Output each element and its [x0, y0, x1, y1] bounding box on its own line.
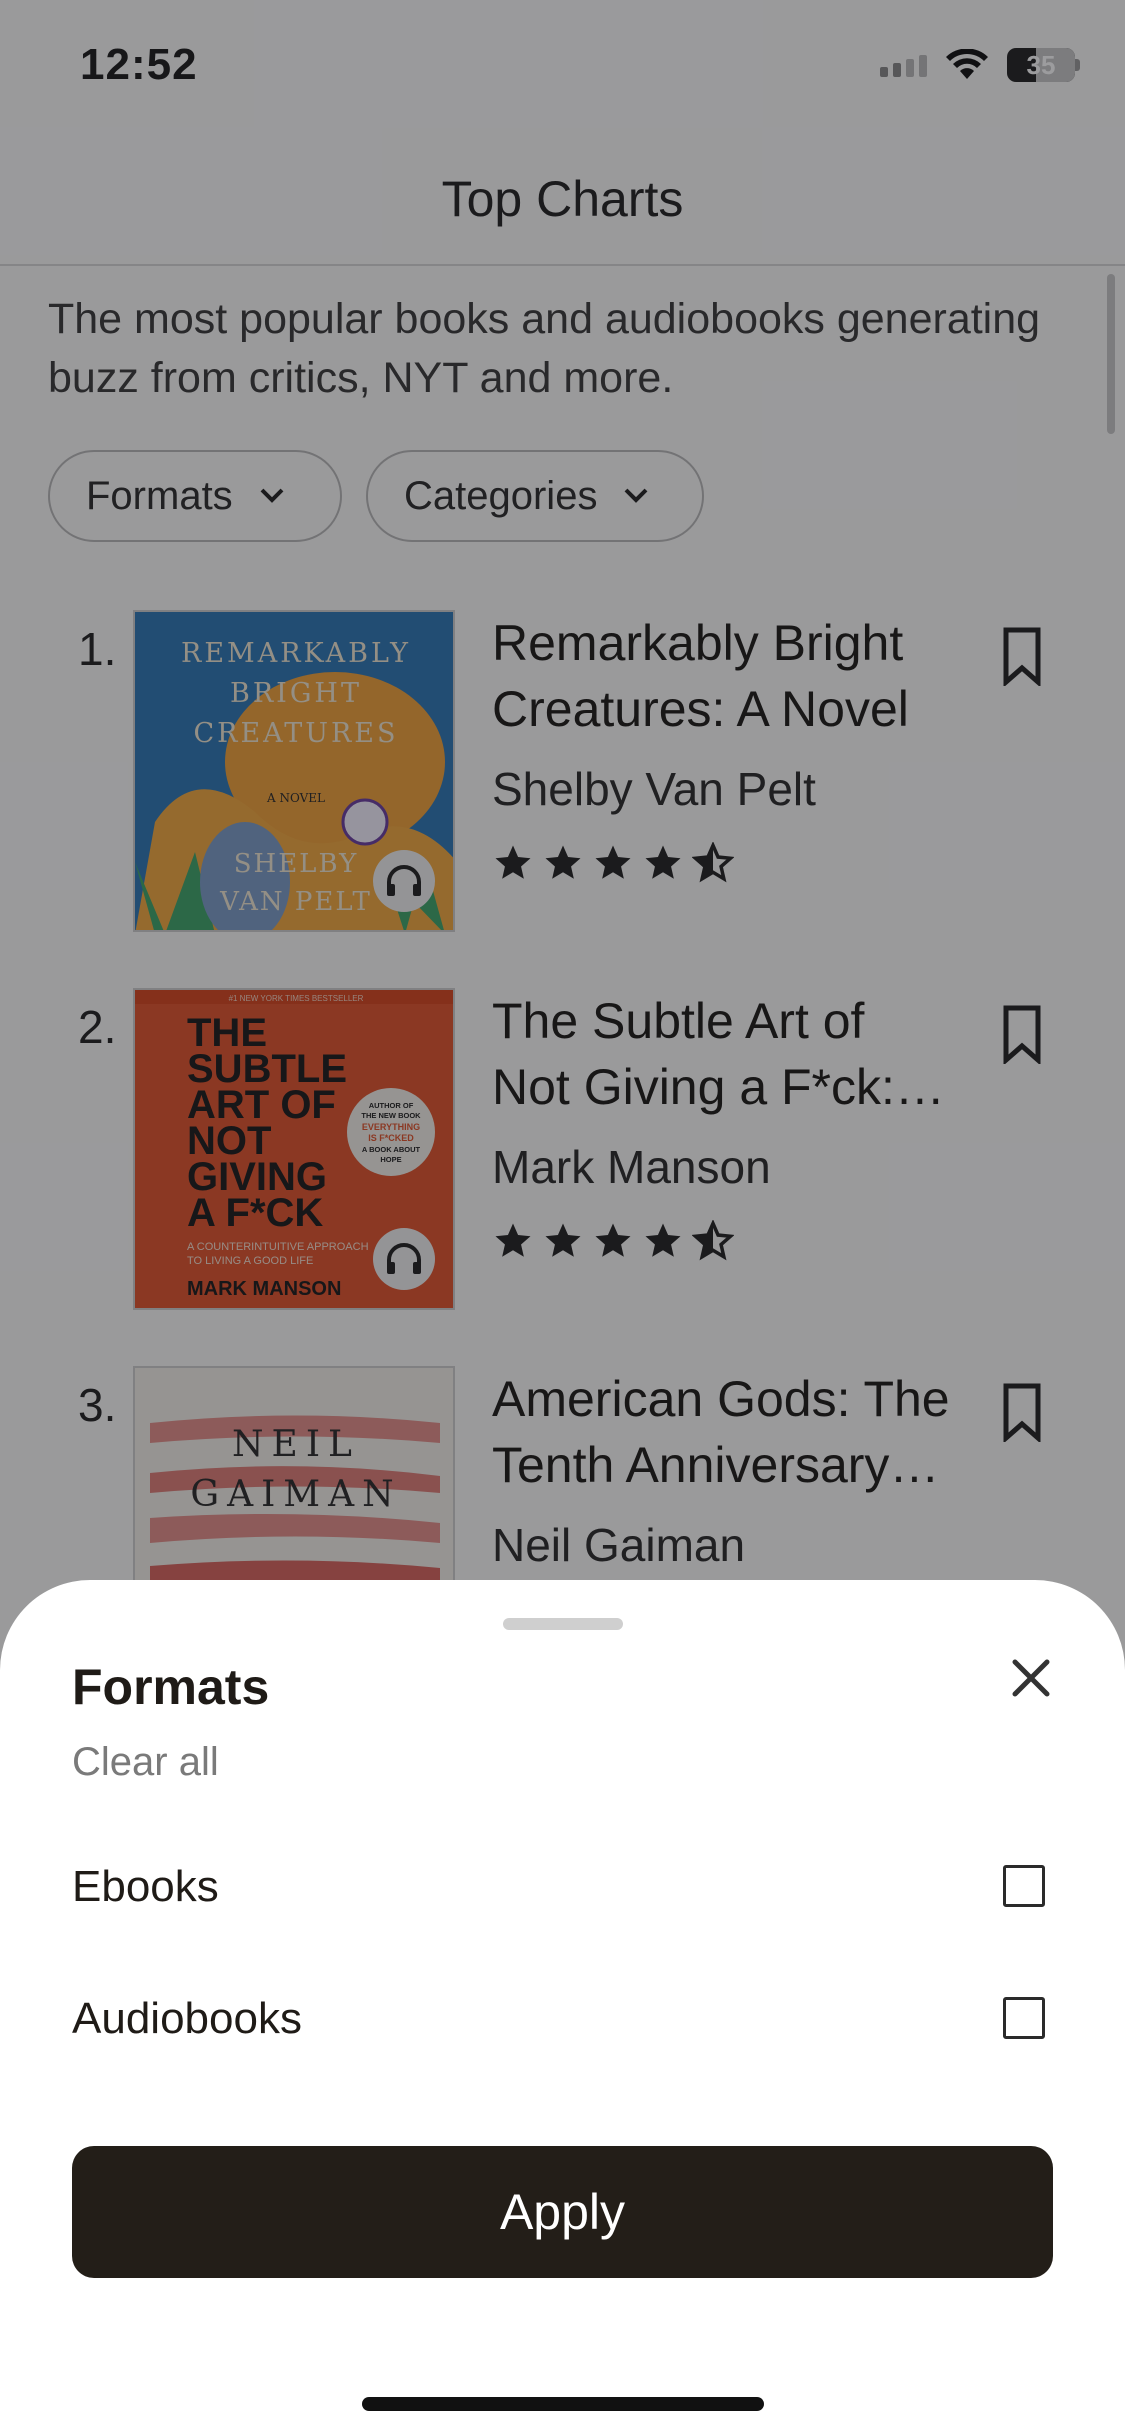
close-icon[interactable] — [1005, 1652, 1057, 1704]
audiobooks-checkbox[interactable] — [1003, 1997, 1045, 2039]
home-indicator[interactable] — [362, 2397, 764, 2411]
formats-bottom-sheet: Formats Clear all Ebooks Audiobooks Appl… — [0, 1580, 1125, 2436]
ebooks-checkbox[interactable] — [1003, 1865, 1045, 1907]
ebooks-option-label[interactable]: Ebooks — [72, 1862, 219, 1912]
audiobooks-option-label[interactable]: Audiobooks — [72, 1994, 302, 2044]
sheet-title: Formats — [72, 1659, 270, 1715]
apply-button[interactable]: Apply — [72, 2146, 1053, 2278]
clear-all-link[interactable]: Clear all — [72, 1740, 219, 1785]
sheet-drag-handle[interactable] — [503, 1618, 623, 1630]
